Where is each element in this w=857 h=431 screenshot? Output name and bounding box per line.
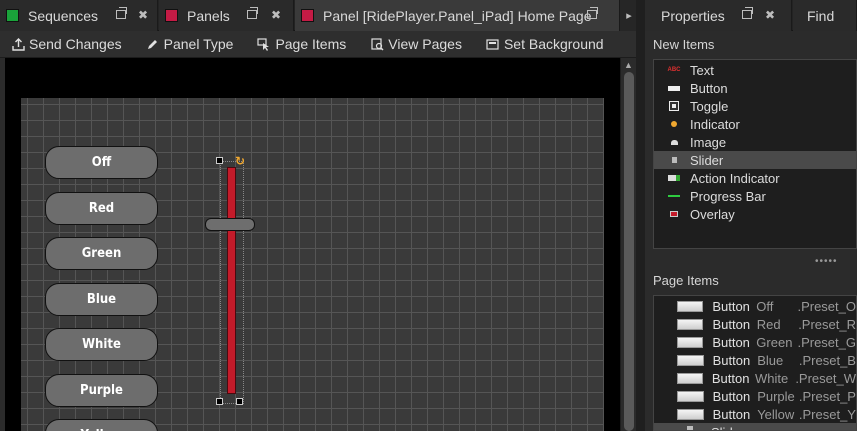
- button-thumbnail: [677, 336, 704, 348]
- indicator-icon: [668, 119, 680, 129]
- new-items-list[interactable]: ABC Text Button Toggle Indicator Image S…: [653, 59, 857, 249]
- text-icon: ABC: [667, 67, 681, 73]
- new-items-title: New Items: [653, 37, 715, 52]
- panel-button-green[interactable]: Green: [45, 237, 158, 270]
- float-icon[interactable]: [587, 7, 598, 22]
- pencil-icon: [146, 37, 160, 51]
- panel-button-yellow[interactable]: Yellow: [45, 419, 158, 431]
- overlay-icon: [668, 209, 680, 219]
- page-item-row[interactable]: Button Blue .Preset_B: [654, 351, 856, 369]
- page-items-title: Page Items: [653, 273, 719, 288]
- slider-thumb[interactable]: [205, 218, 255, 231]
- tab-label: Panels: [187, 7, 230, 24]
- new-item-image[interactable]: Image: [654, 133, 856, 151]
- new-item-indicator[interactable]: Indicator: [654, 115, 856, 133]
- tab-properties[interactable]: Properties ✖: [645, 0, 792, 31]
- resize-handle-bottom-right[interactable]: [236, 398, 243, 405]
- button-thumbnail: [677, 408, 704, 420]
- view-pages-icon: [370, 37, 384, 51]
- progress-bar-icon: [668, 191, 680, 201]
- tab-panel-home-page[interactable]: Panel [RidePlayer.Panel_iPad] Home Page: [295, 0, 620, 31]
- action-indicator-icon: [668, 173, 680, 183]
- canvas-vertical-scrollbar[interactable]: ▲: [620, 58, 636, 431]
- page-item-row-selected[interactable]: Slider: [654, 423, 856, 430]
- upload-icon: [11, 37, 25, 51]
- set-background-button[interactable]: Set Background: [486, 36, 604, 52]
- scrollbar-thumb[interactable]: [624, 72, 634, 431]
- button-thumbnail: [677, 390, 704, 402]
- page-item-row[interactable]: Button Yellow .Preset_Y: [654, 405, 856, 423]
- view-pages-button[interactable]: View Pages: [370, 36, 462, 52]
- new-item-button[interactable]: Button: [654, 79, 856, 97]
- sequences-color-swatch: [6, 9, 19, 22]
- tab-label: Find: [807, 7, 835, 24]
- panel-button-red[interactable]: Red: [45, 192, 158, 225]
- new-item-toggle[interactable]: Toggle: [654, 97, 856, 115]
- tab-panels[interactable]: Panels ✖: [159, 0, 294, 31]
- slider-icon: [668, 155, 680, 165]
- resize-handle-bottom-left[interactable]: [216, 398, 223, 405]
- page-item-row[interactable]: Button Off .Preset_O: [654, 297, 856, 315]
- image-icon: [668, 137, 680, 147]
- properties-panel: New Items ABC Text Button Toggle Indicat…: [645, 31, 857, 431]
- page-items-list[interactable]: Button Off .Preset_O Button Red .Preset_…: [653, 295, 857, 431]
- panel-button-white[interactable]: White: [45, 328, 158, 361]
- panel-button-purple[interactable]: Purple: [45, 374, 158, 407]
- background-icon: [486, 37, 500, 51]
- button-thumbnail: [677, 318, 704, 330]
- close-icon[interactable]: ✖: [765, 8, 775, 22]
- float-icon[interactable]: [116, 7, 127, 22]
- tab-label: Panel [RidePlayer.Panel_iPad] Home Page: [323, 7, 592, 24]
- button-thumbnail: [677, 354, 704, 366]
- panel-splitter-grip[interactable]: •••••: [815, 256, 838, 267]
- button-thumbnail: [677, 300, 704, 312]
- panels-color-swatch: [165, 9, 178, 22]
- new-item-text[interactable]: ABC Text: [654, 61, 856, 79]
- toggle-icon: [668, 101, 680, 111]
- float-icon[interactable]: [247, 7, 258, 22]
- tab-sequences[interactable]: Sequences ✖: [0, 0, 158, 31]
- tab-bar: Sequences ✖ Panels ✖ Panel [RidePlayer.P…: [0, 0, 857, 31]
- pane-divider[interactable]: [636, 0, 645, 431]
- tab-label: Properties: [661, 7, 725, 24]
- page-item-row[interactable]: Button Red .Preset_R: [654, 315, 856, 333]
- panel-toolbar: Send Changes Panel Type Page Items View …: [0, 31, 640, 58]
- button-thumbnail: [677, 372, 703, 384]
- panel-button-blue[interactable]: Blue: [45, 283, 158, 316]
- close-icon[interactable]: ✖: [271, 8, 281, 22]
- page-items-button[interactable]: Page Items: [257, 36, 346, 52]
- button-icon: [668, 83, 680, 93]
- resize-handle-top-left[interactable]: [216, 157, 223, 164]
- new-item-action-indicator[interactable]: Action Indicator: [654, 169, 856, 187]
- panel-button-off[interactable]: Off: [45, 146, 158, 179]
- scroll-up-icon[interactable]: ▲: [624, 60, 633, 70]
- new-item-progress-bar[interactable]: Progress Bar: [654, 187, 856, 205]
- float-icon[interactable]: [742, 7, 753, 22]
- page-item-row[interactable]: Button Green .Preset_G: [654, 333, 856, 351]
- panel-type-button[interactable]: Panel Type: [146, 36, 233, 52]
- panel-color-swatch: [301, 9, 314, 22]
- tab-label: Sequences: [28, 7, 99, 24]
- new-item-slider[interactable]: Slider: [654, 151, 856, 169]
- tab-find[interactable]: Find: [793, 0, 857, 31]
- panel-canvas[interactable]: Off Red Green Blue White Purple Yellow ↻: [5, 58, 620, 431]
- send-changes-button[interactable]: Send Changes: [11, 36, 122, 52]
- close-icon[interactable]: ✖: [138, 8, 148, 22]
- pointer-icon: [257, 37, 271, 51]
- slider-thumbnail-icon: [687, 426, 693, 430]
- page-item-row[interactable]: Button White .Preset_W: [654, 369, 856, 387]
- page-item-row[interactable]: Button Purple .Preset_P: [654, 387, 856, 405]
- rotate-handle-icon[interactable]: ↻: [235, 154, 245, 168]
- new-item-overlay[interactable]: Overlay: [654, 205, 856, 223]
- panel-slider[interactable]: [227, 167, 236, 394]
